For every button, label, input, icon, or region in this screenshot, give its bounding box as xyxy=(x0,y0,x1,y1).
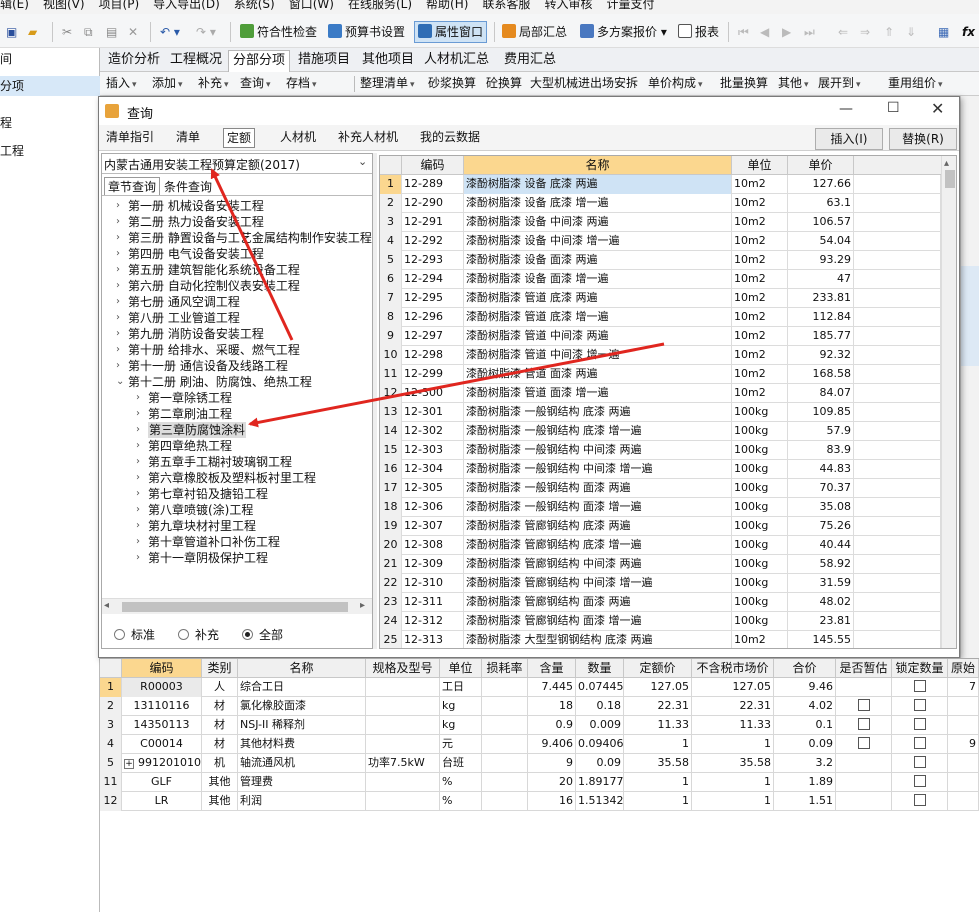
arrow-to-quota-select xyxy=(210,168,294,341)
arrow-to-chapter xyxy=(248,342,665,428)
annotation-arrows xyxy=(210,168,665,428)
